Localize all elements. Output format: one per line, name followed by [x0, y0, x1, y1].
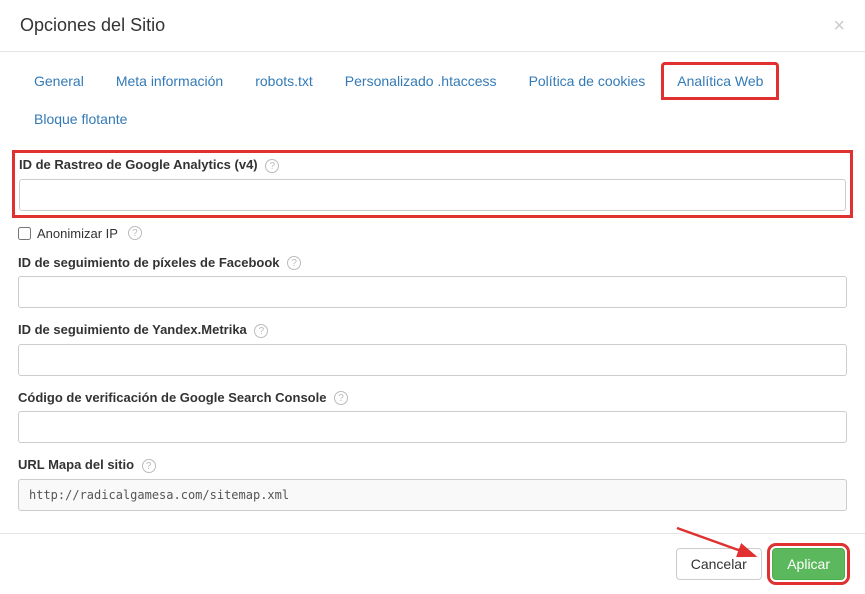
cancel-button[interactable]: Cancelar [676, 548, 762, 580]
help-icon[interactable]: ? [334, 391, 348, 405]
gsc-label-text: Código de verificación de Google Search … [18, 390, 326, 405]
anonymize-checkbox[interactable] [18, 227, 31, 240]
tab-robots[interactable]: robots.txt [239, 62, 329, 100]
gsc-label: Código de verificación de Google Search … [18, 390, 847, 406]
yandex-input[interactable] [18, 344, 847, 376]
sitemap-label: URL Mapa del sitio ? [18, 457, 847, 473]
tab-htaccess[interactable]: Personalizado .htaccess [329, 62, 513, 100]
sitemap-label-text: URL Mapa del sitio [18, 457, 134, 472]
modal-header: Opciones del Sitio × [0, 0, 865, 52]
close-button[interactable]: × [833, 16, 845, 36]
close-icon: × [833, 15, 845, 37]
tab-general[interactable]: General [18, 62, 100, 100]
anonymize-label: Anonimizar IP [37, 226, 118, 241]
tab-floating-block[interactable]: Bloque flotante [18, 100, 143, 138]
field-group-ga-id: ID de Rastreo de Google Analytics (v4) ? [12, 150, 853, 218]
yandex-label: ID de seguimiento de Yandex.Metrika ? [18, 322, 847, 338]
help-icon[interactable]: ? [254, 324, 268, 338]
form-body: ID de Rastreo de Google Analytics (v4) ?… [0, 138, 865, 533]
modal-title: Opciones del Sitio [20, 15, 845, 36]
help-icon[interactable]: ? [265, 159, 279, 173]
ga-id-label: ID de Rastreo de Google Analytics (v4) ? [19, 157, 846, 173]
help-icon[interactable]: ? [128, 226, 142, 240]
modal-footer: Cancelar Aplicar [0, 533, 865, 594]
tab-meta[interactable]: Meta información [100, 62, 239, 100]
ga-id-label-text: ID de Rastreo de Google Analytics (v4) [19, 157, 258, 172]
field-group-gsc: Código de verificación de Google Search … [18, 390, 847, 444]
field-group-sitemap: URL Mapa del sitio ? [18, 457, 847, 511]
yandex-label-text: ID de seguimiento de Yandex.Metrika [18, 322, 247, 337]
gsc-input[interactable] [18, 411, 847, 443]
ga-id-input[interactable] [19, 179, 846, 211]
tab-cookies[interactable]: Política de cookies [513, 62, 662, 100]
fb-pixel-label: ID de seguimiento de píxeles de Facebook… [18, 255, 847, 271]
fb-pixel-input[interactable] [18, 276, 847, 308]
help-icon[interactable]: ? [142, 459, 156, 473]
sitemap-input[interactable] [18, 479, 847, 511]
apply-button[interactable]: Aplicar [772, 548, 845, 580]
fb-pixel-label-text: ID de seguimiento de píxeles de Facebook [18, 255, 280, 270]
field-group-yandex: ID de seguimiento de Yandex.Metrika ? [18, 322, 847, 376]
tabs-nav: General Meta información robots.txt Pers… [0, 52, 865, 138]
field-group-anonymize: Anonimizar IP ? [18, 226, 847, 241]
tab-analytics[interactable]: Analítica Web [661, 62, 779, 100]
help-icon[interactable]: ? [287, 256, 301, 270]
field-group-fb-pixel: ID de seguimiento de píxeles de Facebook… [18, 255, 847, 309]
site-options-modal: Opciones del Sitio × General Meta inform… [0, 0, 865, 533]
